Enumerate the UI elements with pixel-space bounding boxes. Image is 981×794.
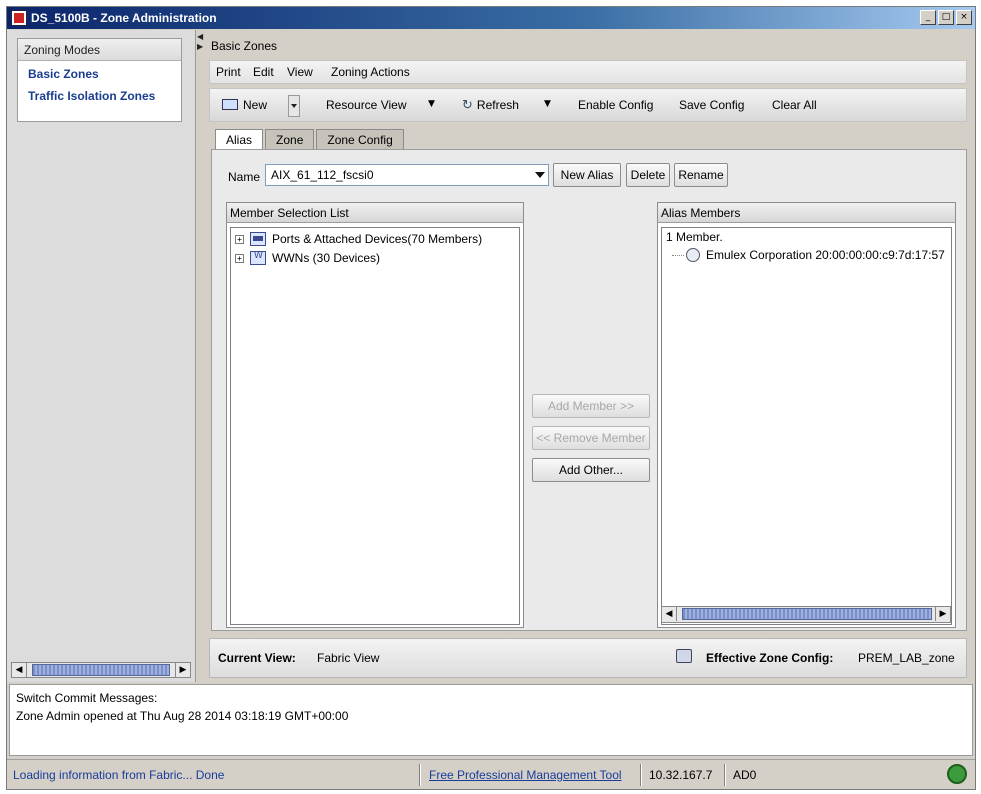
left-horizontal-scrollbar[interactable]: ◀ ▶ — [11, 662, 191, 678]
new-zone-icon — [222, 99, 238, 110]
zoning-modes-box: Zoning Modes Basic Zones Traffic Isolati… — [17, 38, 182, 122]
window-controls: _ □ × — [920, 10, 972, 25]
refresh-label: Refresh — [476, 98, 519, 112]
rename-button[interactable]: Rename — [674, 163, 728, 187]
delete-button[interactable]: Delete — [626, 163, 670, 187]
mode-traffic-isolation-zones[interactable]: Traffic Isolation Zones — [18, 87, 181, 113]
message-line: Zone Admin opened at Thu Aug 28 2014 03:… — [16, 709, 349, 723]
resource-view-dropdown-icon[interactable]: ▼ — [428, 99, 435, 109]
tree-line — [672, 254, 684, 256]
left-panel: Zoning Modes Basic Zones Traffic Isolati… — [7, 30, 196, 682]
new-label: New — [243, 98, 268, 112]
tab-alias[interactable]: Alias — [215, 129, 264, 150]
alias-member-label: Emulex Corporation 20:00:00:00:c9:7d:17:… — [706, 248, 945, 262]
menu-print[interactable]: Print — [216, 65, 241, 79]
menu-view[interactable]: View — [287, 65, 313, 79]
tree-node-label: WWNs (30 Devices) — [272, 251, 381, 265]
status-separator — [724, 764, 726, 786]
alias-members-panel: Alias Members 1 Member. Emulex Corporati… — [657, 202, 956, 628]
member-selection-panel: Member Selection List + Ports & Attached… — [226, 202, 524, 628]
main-title: Basic Zones — [211, 39, 278, 53]
menu-zoning-actions[interactable]: Zoning Actions — [331, 65, 410, 79]
view-status-row: Current View: Fabric View Effective Zone… — [209, 638, 967, 678]
new-button[interactable]: New — [222, 98, 267, 112]
hba-device-icon — [686, 248, 700, 262]
messages-header: Switch Commit Messages: — [16, 691, 158, 705]
scrollbar-thumb[interactable] — [32, 664, 170, 676]
panel-splitter[interactable]: ◀ ▶ — [196, 30, 205, 682]
window-title: DS_5100B - Zone Administration — [31, 11, 217, 25]
status-separator — [419, 764, 421, 786]
alias-member-item[interactable]: Emulex Corporation 20:00:00:00:c9:7d:17:… — [672, 248, 945, 262]
refresh-button[interactable]: ↻ Refresh — [462, 98, 519, 113]
scroll-right-arrow-icon[interactable]: ▶ — [935, 607, 950, 621]
menu-edit[interactable]: Edit — [253, 65, 274, 79]
alias-members-header: Alias Members — [658, 203, 955, 223]
clear-all-button[interactable]: Clear All — [772, 98, 817, 112]
current-view-value: Fabric View — [317, 651, 380, 665]
minimize-button[interactable]: _ — [920, 10, 936, 25]
switch-ip: 10.32.167.7 — [649, 768, 713, 782]
close-button[interactable]: × — [956, 10, 972, 25]
alias-members-tree[interactable]: 1 Member. Emulex Corporation 20:00:00:00… — [661, 227, 952, 625]
effective-zone-config-label: Effective Zone Config: — [706, 651, 834, 665]
zoning-modes-header: Zoning Modes — [18, 39, 181, 61]
member-selection-tree[interactable]: + Ports & Attached Devices(70 Members) +… — [230, 227, 520, 625]
enable-config-button[interactable]: Enable Config — [578, 98, 653, 112]
collapse-left-icon[interactable]: ◀ — [197, 32, 203, 41]
refresh-dropdown-icon[interactable]: ▼ — [544, 99, 551, 109]
maximize-button[interactable]: □ — [938, 10, 954, 25]
printer-icon[interactable] — [676, 649, 692, 663]
member-selection-header: Member Selection List — [227, 203, 523, 223]
effective-zone-config-value: PREM_LAB_zone — [858, 651, 955, 665]
add-other-button[interactable]: Add Other... — [532, 458, 650, 482]
scroll-right-arrow-icon[interactable]: ▶ — [175, 663, 190, 677]
expand-right-icon[interactable]: ▶ — [197, 42, 203, 51]
switch-commit-messages[interactable]: Switch Commit Messages: Zone Admin opene… — [9, 684, 973, 756]
dropdown-arrow-icon — [535, 172, 545, 183]
tree-node-label: Ports & Attached Devices(70 Members) — [272, 232, 483, 246]
status-indicator-icon — [947, 764, 967, 784]
scroll-left-arrow-icon[interactable]: ◀ — [662, 607, 677, 621]
status-separator — [640, 764, 642, 786]
resource-view-button[interactable]: Resource View — [326, 98, 406, 112]
alias-name-value: AIX_61_112_fscsi0 — [271, 168, 374, 182]
name-label: Name — [228, 170, 261, 184]
expand-icon[interactable]: + — [235, 234, 244, 244]
expand-icon[interactable]: + — [235, 253, 244, 263]
add-member-button[interactable]: Add Member >> — [532, 394, 650, 418]
new-dropdown-button[interactable] — [288, 95, 300, 117]
menu-bar: Print Edit View Zoning Actions — [209, 60, 967, 84]
new-alias-button[interactable]: New Alias — [553, 163, 621, 187]
save-config-button[interactable]: Save Config — [679, 98, 744, 112]
main-panel: Basic Zones Print Edit View Zoning Actio… — [205, 30, 973, 682]
current-view-label: Current View: — [218, 651, 296, 665]
app-icon — [11, 10, 27, 26]
scrollbar-thumb[interactable] — [682, 608, 932, 620]
alias-members-count: 1 Member. — [666, 230, 723, 244]
free-management-tool-link[interactable]: Free Professional Management Tool — [429, 768, 622, 782]
tree-node-ports[interactable]: + Ports & Attached Devices(70 Members) — [235, 232, 482, 246]
remove-member-button[interactable]: << Remove Member — [532, 426, 650, 450]
tab-zone-config[interactable]: Zone Config — [316, 129, 404, 149]
switch-ports-icon — [250, 232, 266, 246]
tab-bar: Alias Zone Zone Config — [215, 129, 406, 150]
alias-members-scrollbar[interactable]: ◀ ▶ — [661, 606, 951, 623]
wwn-icon — [250, 251, 266, 265]
alias-name-select[interactable]: AIX_61_112_fscsi0 — [265, 164, 549, 186]
title-bar[interactable]: DS_5100B - Zone Administration _ □ × — [7, 7, 975, 29]
zone-admin-window: DS_5100B - Zone Administration _ □ × Zon… — [6, 6, 976, 790]
tree-node-wwns[interactable]: + WWNs (30 Devices) — [235, 251, 380, 265]
refresh-icon: ↻ — [462, 98, 473, 113]
loading-status: Loading information from Fabric... Done — [13, 768, 225, 782]
alias-tab-panel: Name AIX_61_112_fscsi0 New Alias Delete … — [211, 149, 967, 631]
scroll-left-arrow-icon[interactable]: ◀ — [12, 663, 27, 677]
toolbar: New Resource View ▼ ↻ Refresh ▼ Enable Co… — [209, 88, 967, 122]
admin-domain: AD0 — [733, 768, 757, 782]
tab-zone[interactable]: Zone — [265, 129, 315, 149]
mode-basic-zones[interactable]: Basic Zones — [18, 61, 181, 87]
status-bar: Loading information from Fabric... Done … — [7, 759, 975, 789]
